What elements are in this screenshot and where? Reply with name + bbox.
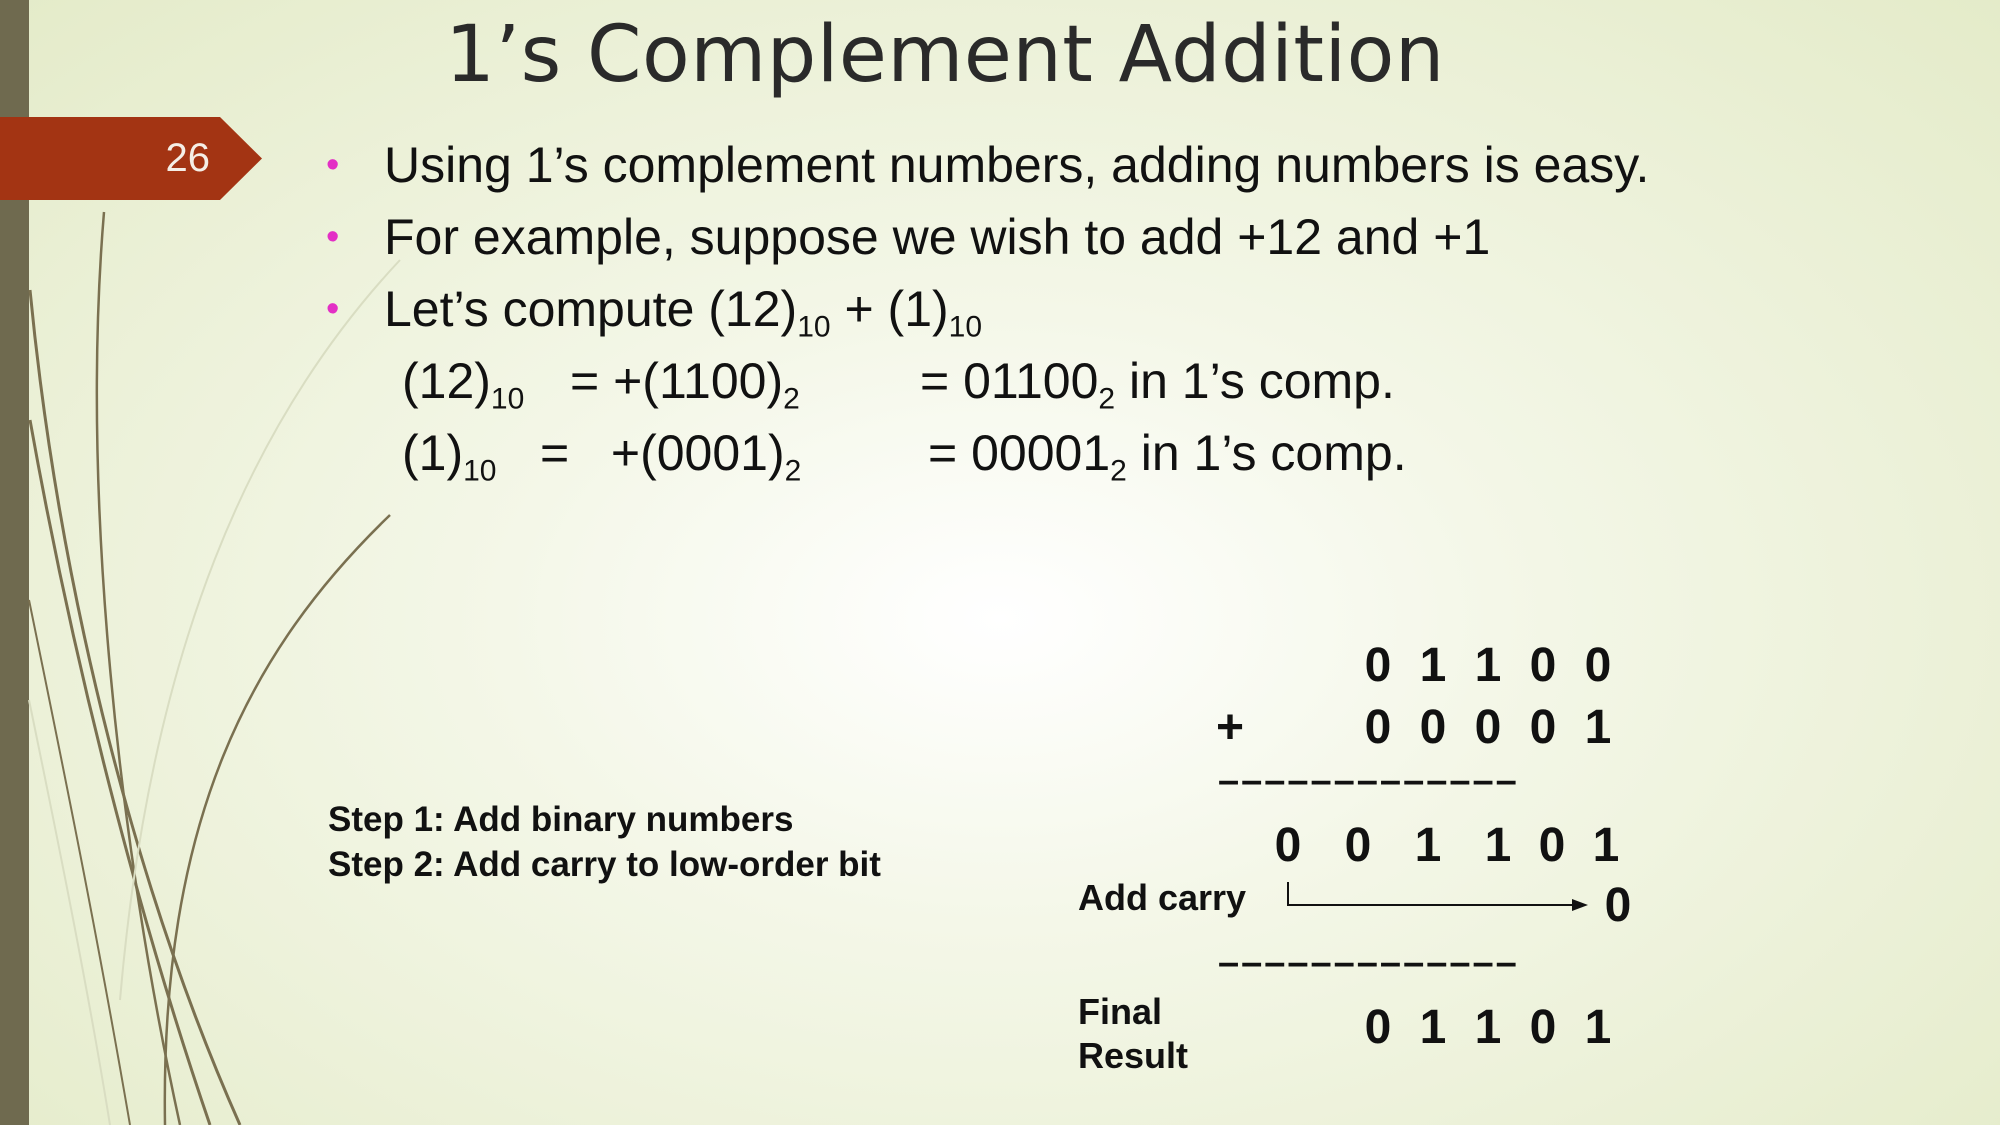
digit: 0	[1584, 639, 1612, 692]
divider-line-1: –––––––––––––	[1218, 760, 1519, 802]
digit: 0	[1274, 819, 1302, 872]
bullet-dot: •	[326, 216, 340, 258]
step-1-text: Step 1: Add binary numbers	[328, 800, 794, 839]
digit: 1	[1419, 639, 1447, 692]
slide-title: 1’s Complement Addition	[445, 10, 1445, 100]
carry-digit: 0	[1604, 879, 1632, 932]
divider-line-2: –––––––––––––	[1218, 942, 1519, 984]
eq-ones-comp: = 011002 in 1’s comp.	[920, 353, 1395, 416]
bullet-dot: •	[326, 144, 340, 186]
bullet-text: Let’s compute (12)10 + (1)10	[384, 281, 983, 344]
digit: 0	[1364, 701, 1392, 754]
digit: 0	[1529, 1001, 1557, 1054]
digit: 0	[1474, 701, 1502, 754]
bullet-text: Using 1’s complement numbers, adding num…	[384, 137, 1650, 193]
digit: 0	[1529, 701, 1557, 754]
digit: 0	[1344, 819, 1372, 872]
bullet-dot: •	[326, 288, 340, 330]
digit: 1	[1474, 1001, 1502, 1054]
eq-ones-comp: = 000012 in 1’s comp.	[928, 425, 1407, 488]
digit: 0	[1364, 1001, 1392, 1054]
page-number: 26	[165, 136, 211, 180]
eq-lhs: (12)10	[402, 353, 525, 416]
digit: 1	[1419, 1001, 1447, 1054]
bullet-text: For example, suppose we wish to add +12 …	[384, 209, 1491, 265]
page-number-tab: 26	[0, 117, 262, 200]
eq-binary: = +(0001)2	[540, 425, 802, 488]
digit: 0	[1419, 701, 1447, 754]
digit: 1	[1414, 819, 1442, 872]
final-result-label: Final Result	[1078, 991, 1189, 1076]
add-carry-label: Add carry	[1078, 877, 1247, 918]
plus-sign: +	[1215, 701, 1245, 754]
digit: 1	[1584, 701, 1612, 754]
digit: 1	[1584, 1001, 1612, 1054]
digit: 1	[1474, 639, 1502, 692]
eq-lhs: (1)10	[402, 425, 497, 488]
digit: 0	[1538, 819, 1566, 872]
digit: 1	[1484, 819, 1512, 872]
step-2-text: Step 2: Add carry to low-order bit	[328, 845, 881, 884]
digit: 0	[1529, 639, 1557, 692]
digit: 0	[1364, 639, 1392, 692]
eq-binary: = +(1100)2	[570, 353, 800, 416]
slide: 26 1’s Complement Addition • Using 1’s c…	[0, 0, 2000, 1125]
carry-arrow	[1287, 882, 1588, 911]
digit: 1	[1592, 819, 1620, 872]
